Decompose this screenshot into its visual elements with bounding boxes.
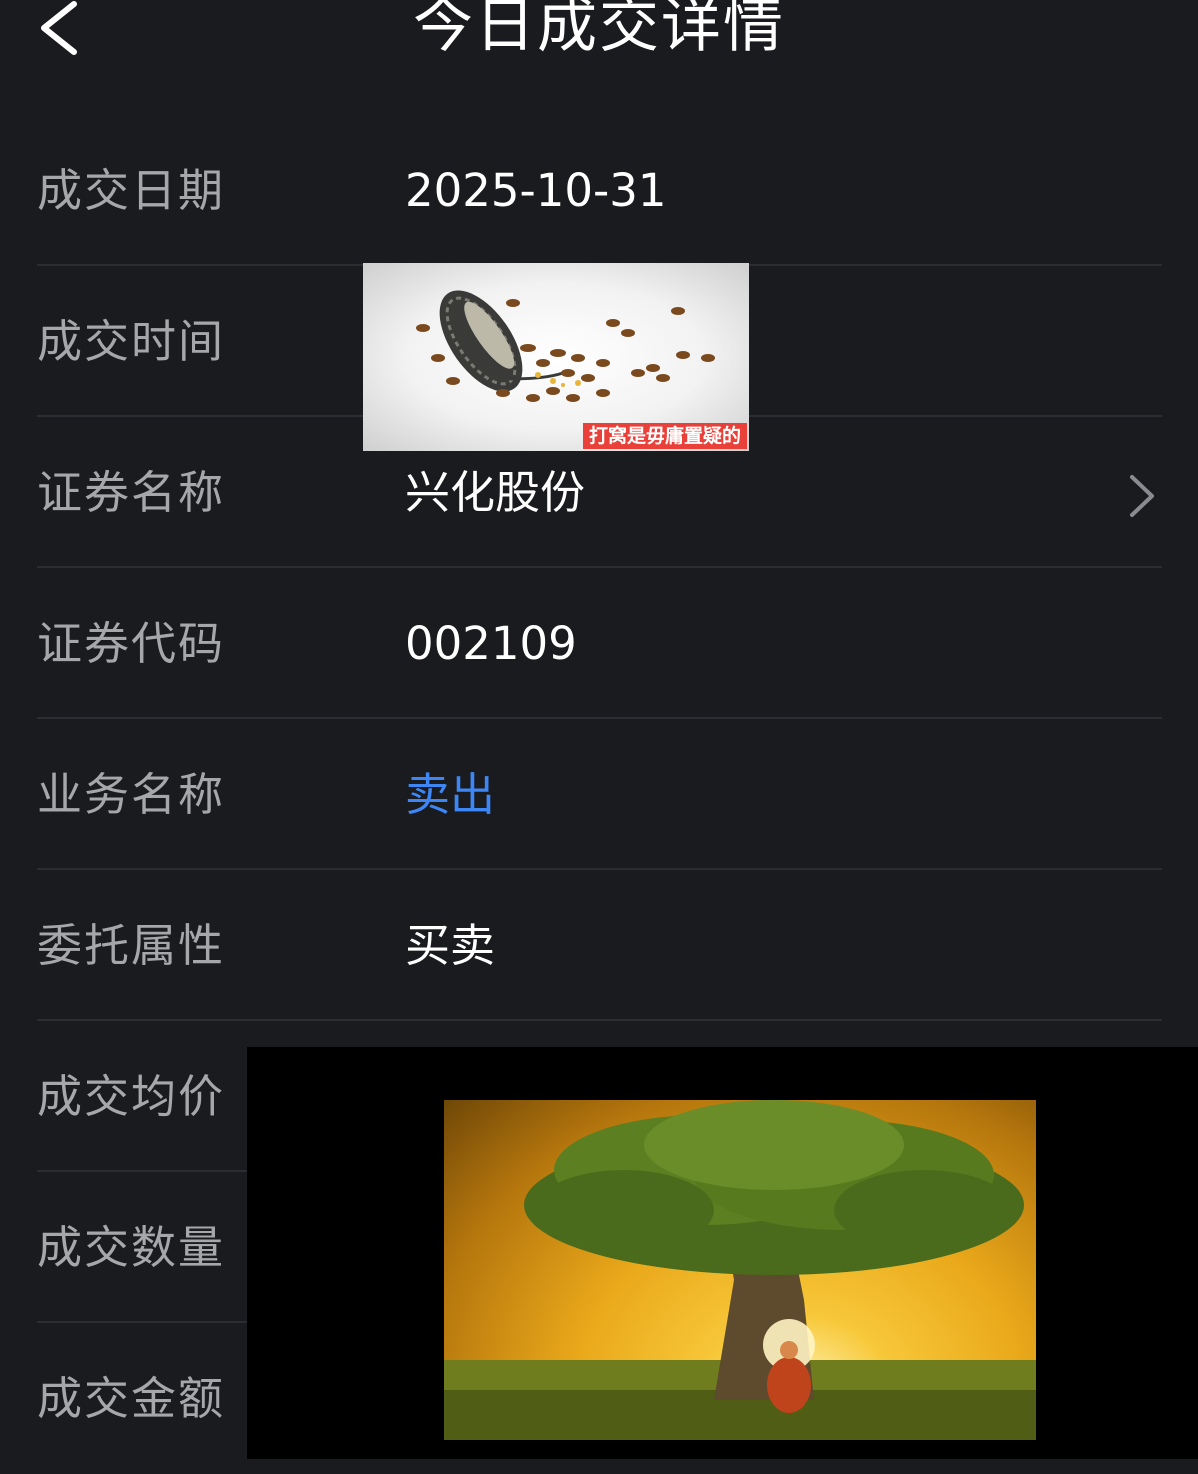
average-price-label: 成交均价	[37, 1070, 226, 1123]
security-code-label: 证券代码	[37, 617, 226, 670]
order-attribute-label: 委托属性	[37, 919, 226, 972]
tree-image	[247, 1047, 1198, 1459]
security-name-value: 兴化股份	[405, 466, 586, 519]
row-security-code: 证券代码 002109	[0, 568, 1198, 719]
security-name-label: 证券名称	[37, 466, 226, 519]
image-caption: 打窝是毋庸置疑的	[582, 423, 747, 449]
page-title: 今日成交详情	[413, 0, 785, 61]
chevron-right-icon[interactable]	[1126, 473, 1158, 519]
sparrows-image: 打窝是毋庸置疑的	[363, 263, 749, 451]
trade-date-label: 成交日期	[37, 164, 226, 217]
tree-scene	[444, 1100, 1036, 1440]
header: 今日成交详情	[0, 0, 1198, 80]
row-trade-date: 成交日期 2025-10-31	[0, 115, 1198, 266]
quantity-label: 成交数量	[37, 1221, 226, 1274]
business-name-value: 卖出	[405, 768, 496, 821]
trade-time-label: 成交时间	[37, 315, 226, 368]
order-attribute-value: 买卖	[405, 919, 496, 972]
row-order-attribute: 委托属性 买卖	[0, 870, 1198, 1021]
amount-label: 成交金额	[37, 1372, 226, 1425]
row-business-name: 业务名称 卖出	[0, 719, 1198, 870]
trade-date-value: 2025-10-31	[405, 164, 667, 217]
business-name-label: 业务名称	[37, 768, 226, 821]
security-code-value: 002109	[405, 617, 577, 670]
